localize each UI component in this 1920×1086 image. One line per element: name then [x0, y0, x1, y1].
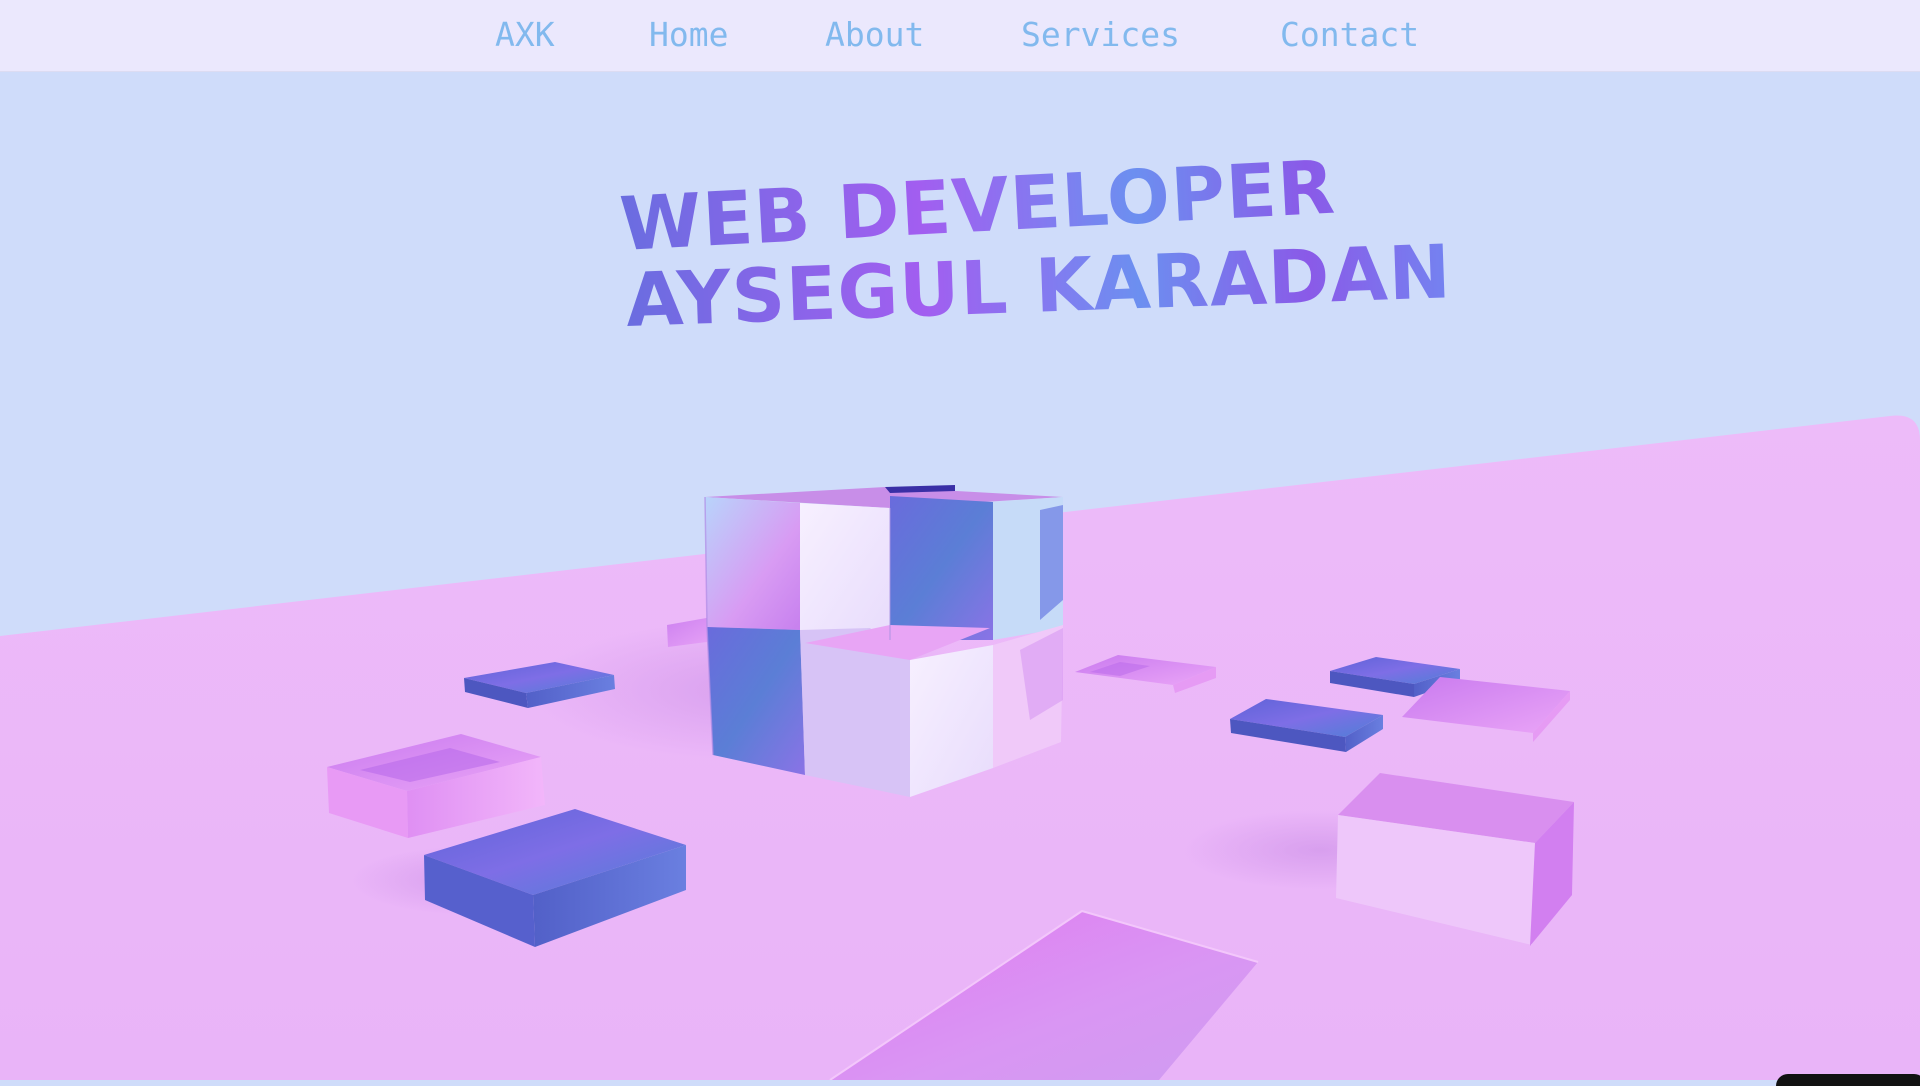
scene-canvas — [0, 415, 1920, 1081]
nav-link-about[interactable]: About — [825, 14, 924, 56]
corner-widget-edge — [1776, 1074, 1920, 1086]
nav-link-services[interactable]: Services — [1021, 14, 1180, 56]
central-cube — [704, 485, 1063, 797]
brand-logo-link[interactable]: AXK — [495, 14, 555, 56]
nav-link-home[interactable]: Home — [649, 14, 728, 56]
top-navbar: AXK Home About Services Contact — [0, 0, 1920, 72]
nav-link-contact[interactable]: Contact — [1280, 14, 1419, 56]
hero-title: WEB DEVELOPER AYSEGUL KARADAN — [618, 145, 1480, 375]
3d-scene — [0, 0, 1920, 1081]
